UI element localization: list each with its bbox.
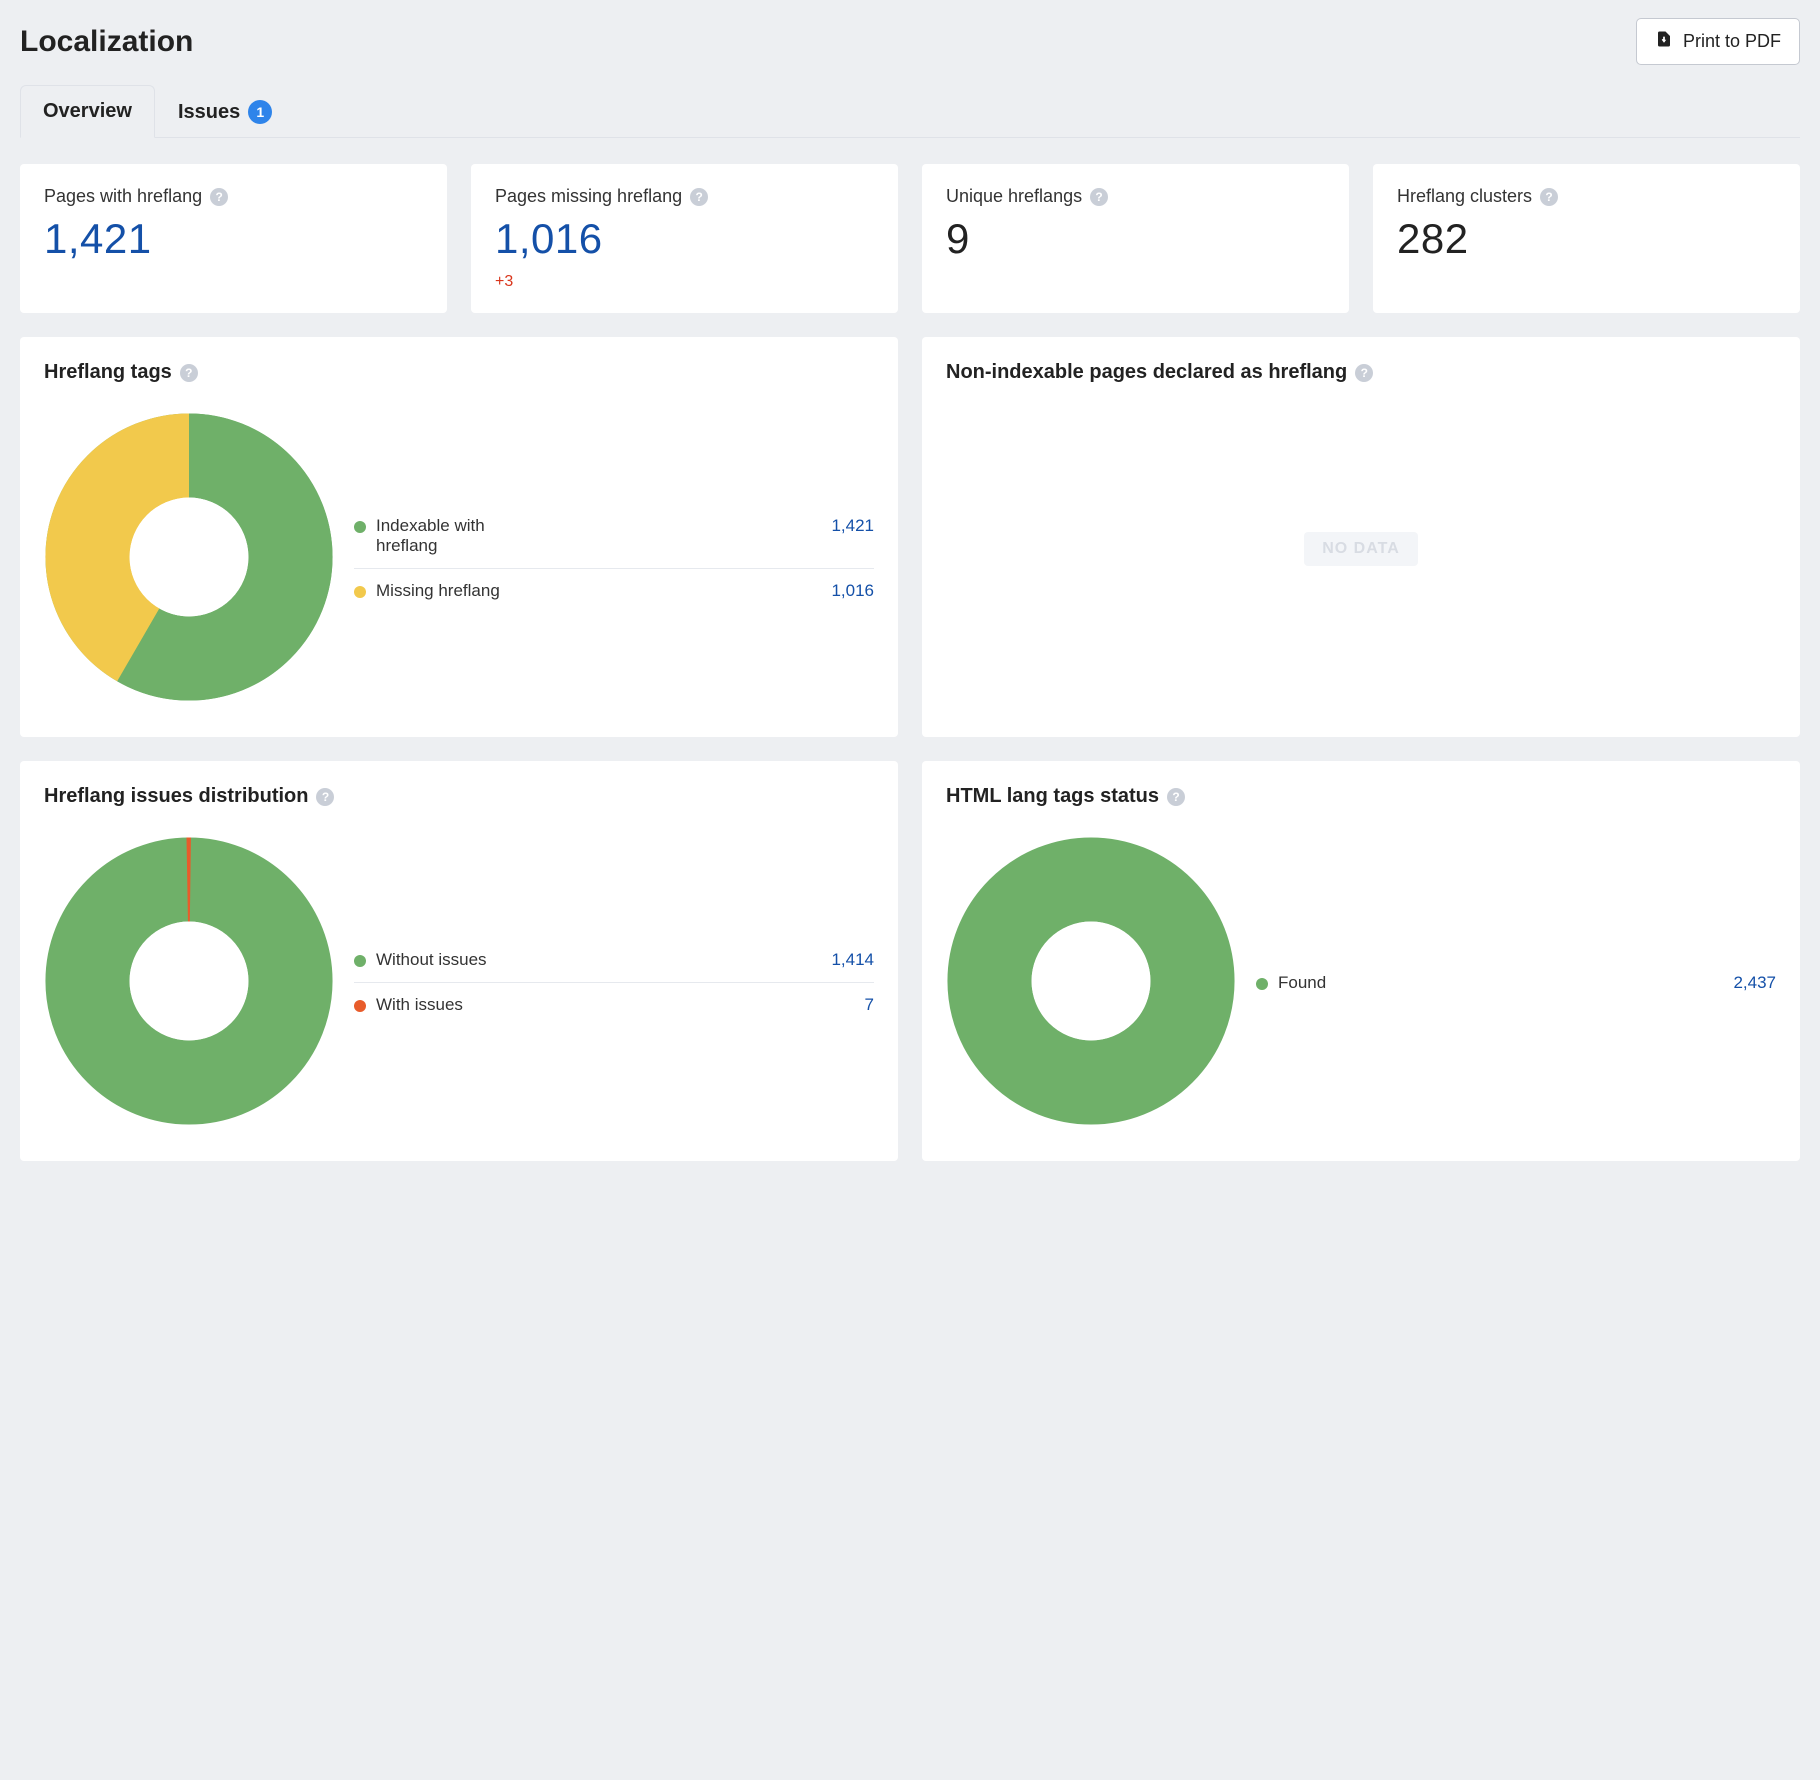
legend-label: Without issues: [376, 950, 487, 970]
help-icon[interactable]: ?: [316, 788, 334, 806]
stat-value[interactable]: 1,421: [44, 215, 423, 263]
stat-value: 282: [1397, 215, 1776, 263]
stat-label: Pages missing hreflang: [495, 186, 682, 207]
help-icon[interactable]: ?: [1540, 188, 1558, 206]
stat-label: Pages with hreflang: [44, 186, 202, 207]
chart-title: Hreflang tags: [44, 361, 172, 384]
help-icon[interactable]: ?: [210, 188, 228, 206]
download-icon: [1655, 29, 1673, 54]
legend: Without issues 1,414 With issues 7: [354, 938, 874, 1027]
stat-pages-missing-hreflang[interactable]: Pages missing hreflang ? 1,016 +3: [471, 164, 898, 313]
stat-delta: +3: [495, 273, 874, 291]
stat-pages-with-hreflang[interactable]: Pages with hreflang ? 1,421: [20, 164, 447, 313]
chart-issues-distribution: Hreflang issues distribution ? Without i…: [20, 761, 898, 1161]
page-title: Localization: [20, 25, 193, 59]
chart-title: Non-indexable pages declared as hreflang: [946, 361, 1347, 384]
stat-label: Hreflang clusters: [1397, 186, 1532, 207]
legend-label: Indexable with hreflang: [376, 516, 516, 556]
legend-label: Found: [1278, 973, 1326, 993]
legend-value[interactable]: 1,414: [831, 950, 874, 970]
legend-item[interactable]: Indexable with hreflang 1,421: [354, 504, 874, 569]
chart-title: HTML lang tags status: [946, 785, 1159, 808]
chart-title: Hreflang issues distribution: [44, 785, 308, 808]
legend-value[interactable]: 7: [865, 995, 874, 1015]
tab-overview-label: Overview: [43, 100, 132, 123]
stat-value: 9: [946, 215, 1325, 263]
legend-item[interactable]: Without issues 1,414: [354, 938, 874, 983]
legend-dot: [1256, 978, 1268, 990]
legend: Indexable with hreflang 1,421 Missing hr…: [354, 504, 874, 613]
tabs: Overview Issues 1: [20, 85, 1800, 138]
stat-unique-hreflangs[interactable]: Unique hreflangs ? 9: [922, 164, 1349, 313]
legend-value[interactable]: 1,421: [831, 516, 874, 536]
legend-label: Missing hreflang: [376, 581, 500, 601]
tab-issues[interactable]: Issues 1: [155, 85, 295, 138]
chart-non-indexable: Non-indexable pages declared as hreflang…: [922, 337, 1800, 737]
tab-issues-label: Issues: [178, 101, 240, 124]
help-icon[interactable]: ?: [1090, 188, 1108, 206]
legend: Found 2,437: [1256, 961, 1776, 1005]
tab-overview[interactable]: Overview: [20, 85, 155, 138]
legend-item[interactable]: Found 2,437: [1256, 961, 1776, 1005]
help-icon[interactable]: ?: [1355, 364, 1373, 382]
stat-label: Unique hreflangs: [946, 186, 1082, 207]
help-icon[interactable]: ?: [690, 188, 708, 206]
legend-item[interactable]: Missing hreflang 1,016: [354, 569, 874, 613]
legend-dot: [354, 586, 366, 598]
chart-hreflang-tags: Hreflang tags ?: [20, 337, 898, 737]
no-data-badge: NO DATA: [1304, 532, 1418, 566]
legend-dot: [354, 1000, 366, 1012]
stat-value[interactable]: 1,016: [495, 215, 874, 263]
print-button-label: Print to PDF: [1683, 31, 1781, 52]
legend-value[interactable]: 1,016: [831, 581, 874, 601]
print-button[interactable]: Print to PDF: [1636, 18, 1800, 65]
legend-label: With issues: [376, 995, 463, 1015]
issues-count-badge: 1: [248, 100, 272, 124]
chart-html-lang-status: HTML lang tags status ? Found 2,437: [922, 761, 1800, 1161]
donut-chart: [44, 412, 334, 705]
help-icon[interactable]: ?: [180, 364, 198, 382]
legend-item[interactable]: With issues 7: [354, 983, 874, 1027]
legend-dot: [354, 521, 366, 533]
stat-hreflang-clusters[interactable]: Hreflang clusters ? 282: [1373, 164, 1800, 313]
help-icon[interactable]: ?: [1167, 788, 1185, 806]
donut-chart: [44, 836, 334, 1129]
legend-value[interactable]: 2,437: [1733, 973, 1776, 993]
legend-dot: [354, 955, 366, 967]
donut-chart: [946, 836, 1236, 1129]
